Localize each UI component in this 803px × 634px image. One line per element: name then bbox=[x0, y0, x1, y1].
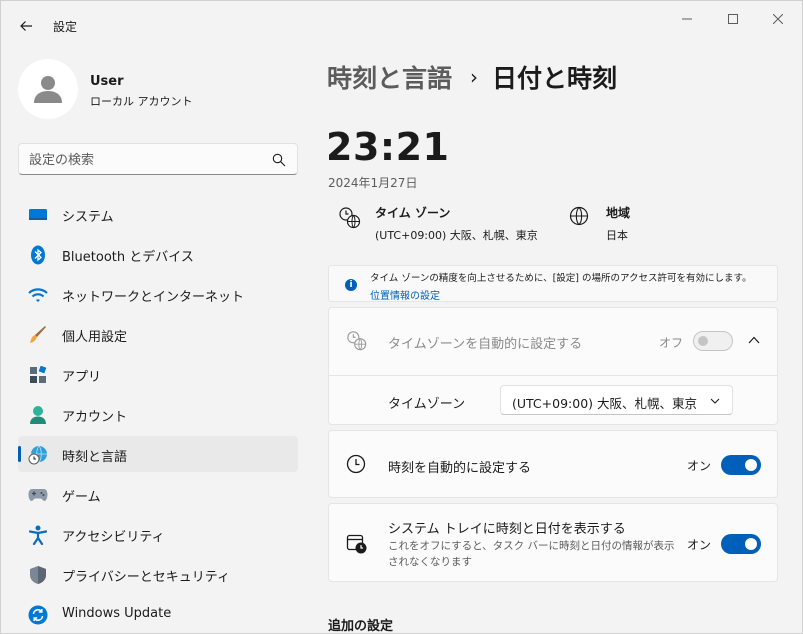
sidebar-item-label: アプリ bbox=[62, 370, 102, 385]
back-button[interactable] bbox=[13, 13, 39, 39]
bluetooth-icon bbox=[28, 245, 48, 265]
sidebar-item-time-language[interactable]: 時刻と言語 bbox=[18, 436, 298, 472]
update-icon bbox=[28, 605, 48, 625]
breadcrumb-parent[interactable]: 時刻と言語 bbox=[327, 59, 452, 95]
settings-window: 設定 User ローカル アカウント システム bbox=[0, 0, 803, 634]
avatar[interactable] bbox=[18, 59, 78, 119]
globe-clock-icon bbox=[339, 207, 361, 229]
auto-timezone-row[interactable]: タイムゾーンを自動的に設定する オフ bbox=[329, 308, 777, 375]
timezone-info: タイム ゾーン (UTC+09:00) 大阪、札幌、東京 bbox=[338, 204, 538, 243]
account-icon bbox=[28, 405, 48, 425]
apps-icon bbox=[28, 365, 48, 385]
accessibility-icon bbox=[28, 525, 48, 545]
sidebar-item-label: プライバシーとセキュリティ bbox=[62, 570, 230, 585]
sidebar-item-label: ゲーム bbox=[62, 490, 101, 505]
user-name: User bbox=[90, 74, 124, 89]
notice-text: タイム ゾーンの精度を向上させるために、[設定] の場所のアクセス許可を有効にし… bbox=[370, 273, 752, 284]
close-button[interactable] bbox=[756, 7, 800, 31]
search-icon[interactable] bbox=[272, 153, 286, 167]
chevron-up-icon[interactable] bbox=[748, 336, 760, 344]
sidebar-item-accounts[interactable]: アカウント bbox=[18, 396, 298, 432]
system-icon bbox=[28, 205, 48, 225]
tray-time-description: これをオフにすると、タスク バーに時刻と日付の情報が表示されなくなります bbox=[388, 540, 675, 568]
tray-time-card[interactable]: システム トレイに時刻と日付を表示する これをオフにすると、タスク バーに時刻と… bbox=[328, 503, 778, 582]
wifi-icon bbox=[28, 285, 48, 305]
tray-time-title: システム トレイに時刻と日付を表示する bbox=[388, 522, 626, 537]
maximize-icon bbox=[728, 14, 738, 24]
app-title: 設定 bbox=[53, 20, 78, 34]
auto-time-toggle[interactable] bbox=[721, 455, 761, 475]
sidebar-item-bluetooth[interactable]: Bluetooth とデバイス bbox=[18, 236, 298, 272]
paintbrush-icon bbox=[28, 325, 48, 345]
auto-time-state: オン bbox=[687, 459, 712, 473]
globe-clock-icon bbox=[28, 445, 48, 465]
calendar-clock-icon bbox=[346, 534, 367, 554]
sidebar-item-label: アクセシビリティ bbox=[62, 530, 165, 545]
auto-timezone-card: タイムゾーンを自動的に設定する オフ タイムゾーン (UTC+09:00) 大阪… bbox=[328, 307, 778, 425]
minimize-button[interactable] bbox=[665, 7, 709, 31]
auto-time-card[interactable]: 時刻を自動的に設定する オン bbox=[328, 430, 778, 498]
region-info: 地域 日本 bbox=[569, 204, 630, 243]
sidebar-item-network[interactable]: ネットワークとインターネット bbox=[18, 276, 298, 312]
globe-clock-icon bbox=[347, 331, 367, 351]
current-date: 2024年1月27日 bbox=[328, 176, 418, 190]
breadcrumb: 時刻と言語 › 日付と時刻 bbox=[327, 59, 617, 95]
clock-icon bbox=[346, 454, 366, 474]
sidebar-item-label: 個人用設定 bbox=[62, 330, 128, 345]
region-value: 日本 bbox=[606, 229, 628, 242]
search-box[interactable] bbox=[18, 143, 298, 175]
globe-icon bbox=[569, 206, 589, 226]
timezone-value: (UTC+09:00) 大阪、札幌、東京 bbox=[375, 229, 538, 242]
sidebar-item-label: 時刻と言語 bbox=[62, 450, 128, 465]
sidebar-nav: システム Bluetooth とデバイス ネットワークとインターネット 個人用設… bbox=[18, 196, 298, 634]
sidebar-item-privacy[interactable]: プライバシーとセキュリティ bbox=[18, 556, 298, 592]
search-input[interactable] bbox=[29, 150, 259, 170]
info-icon: i bbox=[345, 279, 357, 291]
sidebar-item-personalization[interactable]: 個人用設定 bbox=[18, 316, 298, 352]
sidebar-item-windows-update[interactable]: Windows Update bbox=[18, 596, 298, 632]
timezone-dropdown[interactable]: (UTC+09:00) 大阪、札幌、東京 bbox=[500, 385, 733, 415]
location-settings-link[interactable]: 位置情報の設定 bbox=[370, 287, 440, 302]
auto-timezone-state: オフ bbox=[659, 336, 684, 350]
close-icon bbox=[773, 14, 783, 24]
sidebar-item-label: Bluetooth とデバイス bbox=[62, 250, 194, 265]
user-account-type: ローカル アカウント bbox=[90, 95, 193, 108]
user-icon bbox=[34, 76, 62, 103]
location-notice: i タイム ゾーンの精度を向上させるために、[設定] の場所のアクセス許可を有効… bbox=[328, 265, 778, 302]
back-arrow-icon bbox=[20, 21, 32, 31]
maximize-button[interactable] bbox=[711, 7, 755, 31]
sidebar-item-accessibility[interactable]: アクセシビリティ bbox=[18, 516, 298, 552]
auto-timezone-title: タイムゾーンを自動的に設定する bbox=[388, 337, 583, 352]
breadcrumb-separator: › bbox=[470, 65, 479, 89]
auto-timezone-toggle[interactable] bbox=[693, 331, 733, 351]
timezone-dropdown-value: (UTC+09:00) 大阪、札幌、東京 bbox=[512, 396, 698, 411]
sidebar-item-label: システム bbox=[62, 210, 114, 225]
timezone-title: タイム ゾーン bbox=[375, 206, 451, 220]
tray-time-toggle[interactable] bbox=[721, 534, 761, 554]
sidebar-item-label: Windows Update bbox=[62, 606, 172, 621]
sidebar-item-label: ネットワークとインターネット bbox=[62, 290, 245, 305]
sidebar-item-system[interactable]: システム bbox=[18, 196, 298, 232]
timezone-label: タイムゾーン bbox=[388, 397, 466, 412]
title-bar: 設定 bbox=[1, 1, 802, 49]
gamepad-icon bbox=[28, 485, 48, 505]
shield-icon bbox=[28, 565, 48, 585]
chevron-down-icon bbox=[710, 398, 720, 404]
minimize-icon bbox=[682, 18, 692, 20]
sidebar-item-gaming[interactable]: ゲーム bbox=[18, 476, 298, 512]
tray-time-state: オン bbox=[687, 538, 712, 552]
additional-settings-heading: 追加の設定 bbox=[328, 619, 394, 634]
page-title: 日付と時刻 bbox=[492, 64, 618, 93]
current-time: 23:21 bbox=[326, 125, 450, 169]
divider bbox=[329, 375, 777, 376]
sidebar-item-apps[interactable]: アプリ bbox=[18, 356, 298, 392]
sidebar-item-label: アカウント bbox=[62, 410, 128, 425]
auto-time-title: 時刻を自動的に設定する bbox=[388, 461, 532, 476]
region-title: 地域 bbox=[606, 206, 631, 220]
